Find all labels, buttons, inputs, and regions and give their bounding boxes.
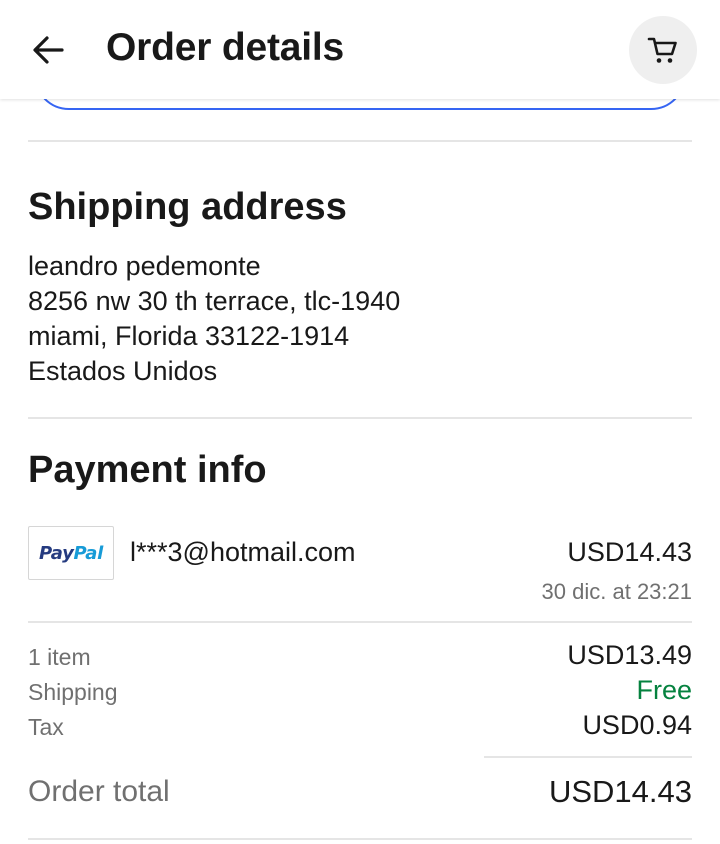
paypal-logo-part: Pay [39,542,74,564]
arrow-left-icon [33,36,64,64]
summary-value-items: USD13.49 [567,640,692,670]
shopping-cart-icon [647,37,677,63]
shipping-address-title: Shipping address [28,186,347,228]
payment-info-title: Payment info [28,449,267,491]
paypal-logo-part: Pal [73,542,104,564]
payment-date: 30 dic. at 23:21 [541,579,692,604]
cart-button[interactable] [629,16,697,84]
divider [28,417,692,419]
order-total-label: Order total [28,775,170,808]
back-button[interactable] [28,30,68,70]
app-header: Order details [0,0,720,99]
divider [28,140,692,142]
page-title: Order details [106,26,344,69]
total-divider [484,756,692,758]
summary-value-shipping: Free [636,675,692,705]
order-total-value: USD14.43 [548,774,692,809]
summary-label-items: 1 item [28,644,91,670]
address-street: 8256 nw 30 th terrace, tlc-1940 [28,286,401,316]
payment-amount: USD14.43 [567,537,692,567]
summary-label-tax: Tax [28,714,64,740]
divider [28,621,692,623]
payment-email: l***3@hotmail.com [130,537,356,567]
paypal-logo: Pay Pal [28,526,114,580]
summary-value-tax: USD0.94 [582,710,692,740]
divider [28,838,692,840]
address-city: miami, Florida 33122-1914 [28,321,350,351]
address-country: Estados Unidos [28,356,218,386]
summary-label-shipping: Shipping [28,679,118,705]
address-name: leandro pedemonte [28,251,261,281]
